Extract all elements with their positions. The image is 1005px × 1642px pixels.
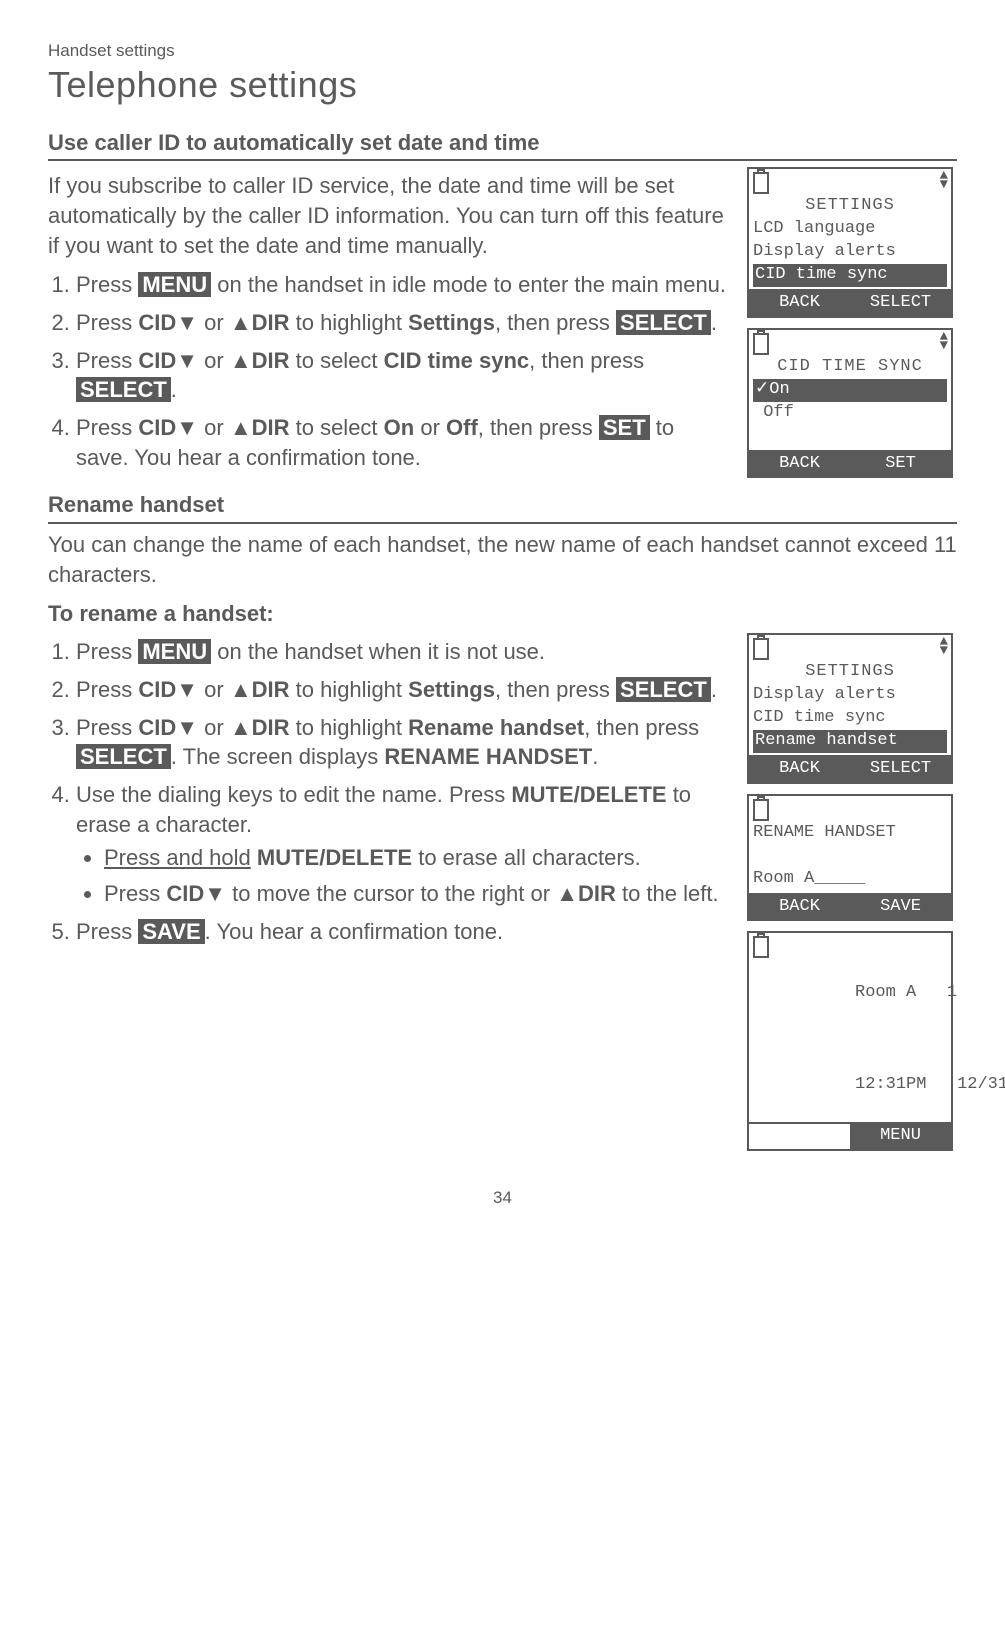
section2-intro: You can change the name of each handset,… bbox=[48, 530, 957, 589]
section2-step1: Press MENU on the handset when it is not… bbox=[76, 637, 729, 667]
section2-step3: Press CID▼ or ▲DIR to highlight Rename h… bbox=[76, 713, 729, 772]
lcd-title: SETTINGS bbox=[753, 195, 947, 218]
softkey-back[interactable]: BACK bbox=[749, 757, 850, 782]
battery-icon bbox=[753, 936, 769, 958]
scroll-arrows-icon: ▲▼ bbox=[940, 172, 948, 190]
lcd-selected-item: CID time sync bbox=[753, 264, 947, 287]
lcd-cid-time-sync: ▲▼ CID TIME SYNC ✓On Off BACK SET bbox=[747, 328, 953, 479]
softkey-select[interactable]: SELECT bbox=[850, 291, 951, 316]
down-triangle-icon: ▼ bbox=[176, 415, 198, 440]
lcd-line: Display alerts bbox=[753, 684, 947, 707]
lcd-settings-rename: ▲▼ SETTINGS Display alerts CID time sync… bbox=[747, 633, 953, 784]
down-triangle-icon: ▼ bbox=[176, 715, 198, 740]
battery-icon bbox=[753, 799, 769, 821]
section2-step4: Use the dialing keys to edit the name. P… bbox=[76, 780, 729, 909]
up-triangle-icon: ▲ bbox=[230, 310, 252, 335]
lcd-settings-cid: ▲▼ SETTINGS LCD language Display alerts … bbox=[747, 167, 953, 318]
section1-intro: If you subscribe to caller ID service, t… bbox=[48, 171, 729, 260]
up-triangle-icon: ▲ bbox=[556, 881, 578, 906]
lcd-rename-handset: RENAME HANDSET Room A_____ BACK SAVE bbox=[747, 794, 953, 922]
handset-number: 1 bbox=[947, 983, 957, 1002]
lcd-selected-item: Rename handset bbox=[753, 730, 947, 753]
battery-icon bbox=[753, 638, 769, 660]
down-triangle-icon: ▼ bbox=[176, 348, 198, 373]
lcd-name-value: Room A_____ bbox=[753, 868, 947, 891]
section1-step4: Press CID▼ or ▲DIR to select On or Off, … bbox=[76, 413, 729, 472]
page-title: Telephone settings bbox=[48, 61, 957, 110]
lcd-title: RENAME HANDSET bbox=[753, 822, 947, 845]
up-triangle-icon: ▲ bbox=[230, 415, 252, 440]
softkey-save[interactable]: SAVE bbox=[850, 895, 951, 920]
down-triangle-icon: ▼ bbox=[204, 881, 226, 906]
breadcrumb: Handset settings bbox=[48, 40, 957, 63]
down-triangle-icon: ▼ bbox=[176, 310, 198, 335]
select-button-label: SELECT bbox=[616, 310, 711, 335]
down-triangle-icon: ▼ bbox=[176, 677, 198, 702]
handset-name: Room A bbox=[855, 983, 916, 1002]
battery-icon bbox=[753, 172, 769, 194]
set-button-label: SET bbox=[599, 415, 650, 440]
scroll-arrows-icon: ▲▼ bbox=[940, 333, 948, 351]
clock-date: 12/31 bbox=[957, 1075, 1005, 1094]
section1-step1: Press MENU on the handset in idle mode t… bbox=[76, 270, 729, 300]
page-number: 34 bbox=[48, 1187, 957, 1210]
menu-button-label: MENU bbox=[138, 639, 211, 664]
lcd-line: Display alerts bbox=[753, 241, 947, 264]
up-triangle-icon: ▲ bbox=[230, 677, 252, 702]
up-triangle-icon: ▲ bbox=[230, 715, 252, 740]
section1-step2: Press CID▼ or ▲DIR to highlight Settings… bbox=[76, 308, 729, 338]
lcd-line: CID time sync bbox=[753, 707, 947, 730]
battery-icon bbox=[753, 333, 769, 355]
softkey-select[interactable]: SELECT bbox=[850, 757, 951, 782]
section-heading-rename: Rename handset bbox=[48, 490, 957, 524]
section2-bullet1: Press and hold MUTE/DELETE to erase all … bbox=[104, 843, 729, 873]
section2-subheading: To rename a handset: bbox=[48, 599, 957, 629]
lcd-line: Off bbox=[753, 402, 947, 425]
lcd-title: SETTINGS bbox=[753, 661, 947, 684]
select-button-label: SELECT bbox=[616, 677, 711, 702]
softkey-set[interactable]: SET bbox=[850, 452, 951, 477]
lcd-title: CID TIME SYNC bbox=[753, 356, 947, 379]
softkey-back[interactable]: BACK bbox=[749, 452, 850, 477]
section2-step2: Press CID▼ or ▲DIR to highlight Settings… bbox=[76, 675, 729, 705]
section1-step3: Press CID▼ or ▲DIR to select CID time sy… bbox=[76, 346, 729, 405]
softkey-back[interactable]: BACK bbox=[749, 291, 850, 316]
section-heading-cid: Use caller ID to automatically set date … bbox=[48, 128, 957, 162]
softkey-menu[interactable]: MENU bbox=[850, 1124, 951, 1149]
menu-button-label: MENU bbox=[138, 272, 211, 297]
softkey-blank bbox=[749, 1124, 850, 1149]
select-button-label: SELECT bbox=[76, 744, 171, 769]
section2-step5: Press SAVE. You hear a confirmation tone… bbox=[76, 917, 729, 947]
clock-time: 12:31PM bbox=[855, 1075, 926, 1094]
lcd-line: LCD language bbox=[753, 218, 947, 241]
select-button-label: SELECT bbox=[76, 377, 171, 402]
lcd-idle-screen: Room A 1 12:31PM 12/31 MENU bbox=[747, 931, 953, 1150]
section2-bullet2: Press CID▼ to move the cursor to the rig… bbox=[104, 879, 729, 909]
softkey-back[interactable]: BACK bbox=[749, 895, 850, 920]
up-triangle-icon: ▲ bbox=[230, 348, 252, 373]
scroll-arrows-icon: ▲▼ bbox=[940, 638, 948, 656]
save-button-label: SAVE bbox=[138, 919, 204, 944]
lcd-selected-item: ✓On bbox=[753, 379, 947, 402]
